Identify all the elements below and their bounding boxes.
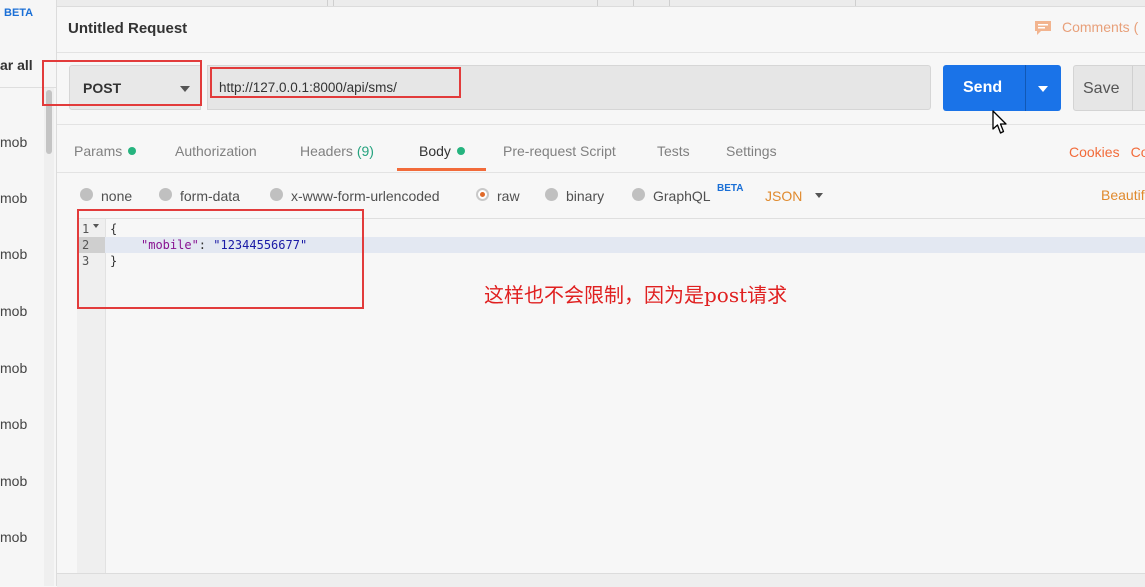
tab-authorization[interactable]: Authorization <box>175 143 257 159</box>
radio-none-label[interactable]: none <box>101 188 132 204</box>
send-button[interactable]: Send <box>943 65 1061 111</box>
radio-none[interactable] <box>80 188 93 201</box>
tab-pre-request-script[interactable]: Pre-request Script <box>503 143 616 159</box>
radio-raw[interactable] <box>476 188 489 201</box>
bottom-status-bar <box>57 573 1145 587</box>
sidebar-scrollbar[interactable] <box>44 88 54 586</box>
tab-body-label: Body <box>419 143 451 159</box>
radio-urlencoded-label[interactable]: x-www-form-urlencoded <box>291 188 440 204</box>
tab-body[interactable]: Body <box>419 143 465 159</box>
history-item[interactable]: mob <box>0 473 27 489</box>
tab-headers[interactable]: Headers (9) <box>300 143 374 159</box>
radio-form-data[interactable] <box>159 188 172 201</box>
tab-params-label: Params <box>74 143 123 159</box>
tab-divider <box>327 0 328 6</box>
tabs-top-divider <box>57 124 1145 125</box>
save-label: Save <box>1083 80 1120 97</box>
tab-headers-label: Headers <box>300 143 353 159</box>
send-divider <box>1025 65 1026 111</box>
comments-link[interactable]: Comments ( <box>1062 19 1138 35</box>
code-link[interactable]: Co <box>1131 144 1145 160</box>
radio-form-data-label[interactable]: form-data <box>180 188 240 204</box>
tab-tests[interactable]: Tests <box>657 143 690 159</box>
cookies-link[interactable]: Cookies Co <box>1069 144 1145 160</box>
request-tab-strip <box>57 0 1145 7</box>
history-item[interactable]: mob <box>0 529 27 545</box>
chevron-down-icon[interactable] <box>815 193 823 198</box>
title-divider <box>57 52 1145 53</box>
radio-graphql-label[interactable]: GraphQL <box>653 188 711 204</box>
beautify-link[interactable]: Beautif <box>1101 187 1145 203</box>
radio-binary[interactable] <box>545 188 558 201</box>
tab-divider <box>669 0 670 6</box>
graphql-beta-badge: BETA <box>717 183 744 194</box>
mouse-cursor-icon <box>992 110 1007 134</box>
send-options-chevron-down-icon[interactable] <box>1038 86 1048 92</box>
request-title[interactable]: Untitled Request <box>68 20 187 37</box>
history-item[interactable]: mob <box>0 360 27 376</box>
url-highlight-box <box>210 67 461 98</box>
history-item[interactable]: mob <box>0 246 27 262</box>
beta-badge: BETA <box>4 7 34 19</box>
radio-graphql[interactable] <box>632 188 645 201</box>
params-status-dot <box>128 147 137 155</box>
tab-divider <box>333 0 334 6</box>
history-item[interactable]: mob <box>0 303 27 319</box>
body-status-dot <box>456 147 465 155</box>
cookies-label: Cookies <box>1069 144 1120 160</box>
radio-binary-label[interactable]: binary <box>566 188 604 204</box>
method-highlight-box <box>42 60 202 106</box>
tab-params[interactable]: Params <box>74 143 137 159</box>
radio-urlencoded[interactable] <box>270 188 283 201</box>
comment-icon[interactable] <box>1034 20 1052 36</box>
active-tab-indicator <box>397 168 486 171</box>
body-highlight-box <box>77 209 364 309</box>
radio-raw-label[interactable]: raw <box>497 188 520 204</box>
tab-divider <box>633 0 634 6</box>
annotation-text: 这样也不会限制，因为是post请求 <box>484 283 788 307</box>
tab-divider <box>855 0 856 6</box>
tabs-bottom-divider <box>57 172 1145 173</box>
format-select[interactable]: JSON <box>765 188 802 204</box>
save-divider <box>1132 66 1133 110</box>
save-button[interactable]: Save <box>1073 65 1145 111</box>
history-item[interactable]: mob <box>0 416 27 432</box>
headers-count: (9) <box>356 143 374 159</box>
history-item[interactable]: mob <box>0 190 27 206</box>
tab-divider <box>597 0 598 6</box>
history-item[interactable]: mob <box>0 134 27 150</box>
clear-all-link[interactable]: ar all <box>0 57 33 73</box>
send-label: Send <box>963 79 1003 96</box>
tab-settings[interactable]: Settings <box>726 143 777 159</box>
